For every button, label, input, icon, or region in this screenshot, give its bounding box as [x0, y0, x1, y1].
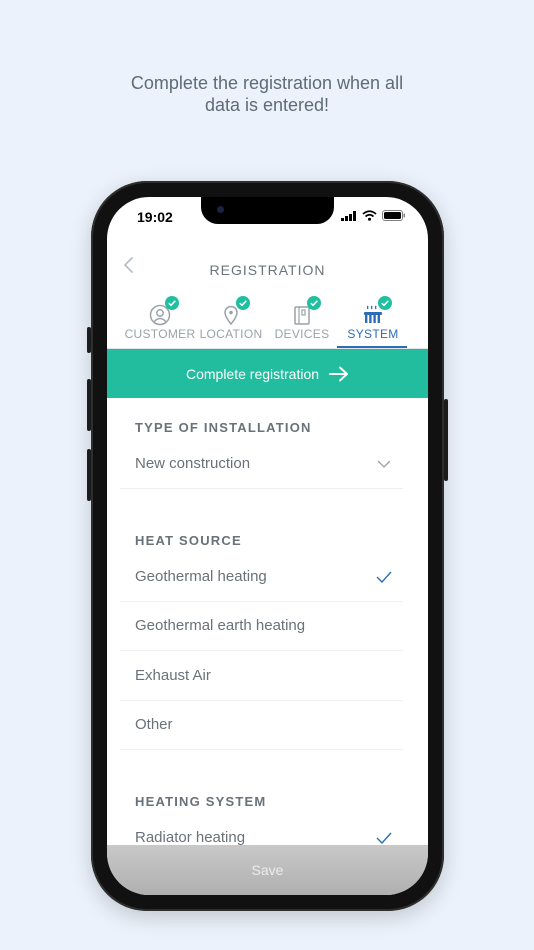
- phone-screen: 19:02 REGISTRATION CUSTOMER LOCATION DEV…: [107, 197, 428, 895]
- save-label: Save: [251, 862, 284, 878]
- status-time: 19:02: [137, 209, 173, 225]
- complete-registration-button[interactable]: Complete registration: [107, 349, 428, 398]
- step-tabs: CUSTOMER LOCATION DEVICES SYSTEM: [124, 295, 409, 341]
- checkmark-icon: [376, 832, 392, 845]
- checkmark-icon: [376, 571, 392, 584]
- section-heading-installation: TYPE OF INSTALLATION: [135, 420, 312, 435]
- page-title: REGISTRATION: [209, 262, 326, 278]
- active-tab-indicator: [337, 346, 407, 348]
- section-heading-heat-source: HEAT SOURCE: [135, 533, 242, 548]
- tab-label: LOCATION: [199, 327, 263, 341]
- complete-registration-label: Complete registration: [185, 365, 320, 382]
- tab-customer[interactable]: CUSTOMER: [124, 295, 196, 341]
- option-label: Geothermal earth heating: [135, 617, 306, 634]
- heat-source-option[interactable]: Geothermal earth heating: [120, 602, 403, 651]
- option-label: Other: [135, 716, 173, 733]
- check-badge-icon: [236, 296, 250, 310]
- tab-system[interactable]: SYSTEM: [337, 295, 409, 341]
- option-label: Geothermal heating: [135, 568, 267, 585]
- status-icons: [341, 210, 406, 221]
- heat-source-option[interactable]: Exhaust Air: [120, 652, 403, 701]
- battery-icon: [382, 210, 405, 221]
- power-button: [444, 399, 448, 481]
- wifi-icon: [362, 210, 377, 221]
- tab-label: CUSTOMER: [124, 327, 196, 341]
- heat-source-option[interactable]: Other: [120, 701, 403, 750]
- save-button[interactable]: Save: [107, 845, 428, 895]
- tab-label: DEVICES: [274, 327, 330, 341]
- headline-line-2: data is entered!: [204, 95, 330, 115]
- heat-source-option[interactable]: Geothermal heating: [120, 553, 403, 602]
- check-badge-icon: [378, 296, 392, 310]
- section-heading-heating-system: HEATING SYSTEM: [135, 794, 267, 809]
- tab-devices[interactable]: DEVICES: [266, 295, 338, 341]
- headline: Complete the registration when all data …: [0, 72, 534, 116]
- installation-type-value: New construction: [135, 455, 251, 472]
- tab-location[interactable]: LOCATION: [195, 295, 267, 341]
- tab-label: SYSTEM: [347, 327, 399, 341]
- phone-frame: 19:02 REGISTRATION CUSTOMER LOCATION DEV…: [87, 181, 448, 911]
- option-label: Radiator heating: [135, 829, 246, 846]
- mute-switch: [87, 327, 91, 353]
- option-label: Exhaust Air: [135, 667, 211, 684]
- camera-icon: [217, 206, 224, 213]
- notch: [201, 197, 334, 224]
- arrow-right-icon: [329, 366, 349, 381]
- check-badge-icon: [165, 296, 179, 310]
- check-badge-icon: [307, 296, 321, 310]
- installation-type-select[interactable]: New construction: [120, 440, 403, 489]
- volume-up-button: [87, 379, 91, 431]
- volume-down-button: [87, 449, 91, 501]
- signal-icon: [341, 210, 356, 221]
- headline-line-1: Complete the registration when all: [130, 73, 404, 93]
- chevron-down-icon: [377, 460, 391, 468]
